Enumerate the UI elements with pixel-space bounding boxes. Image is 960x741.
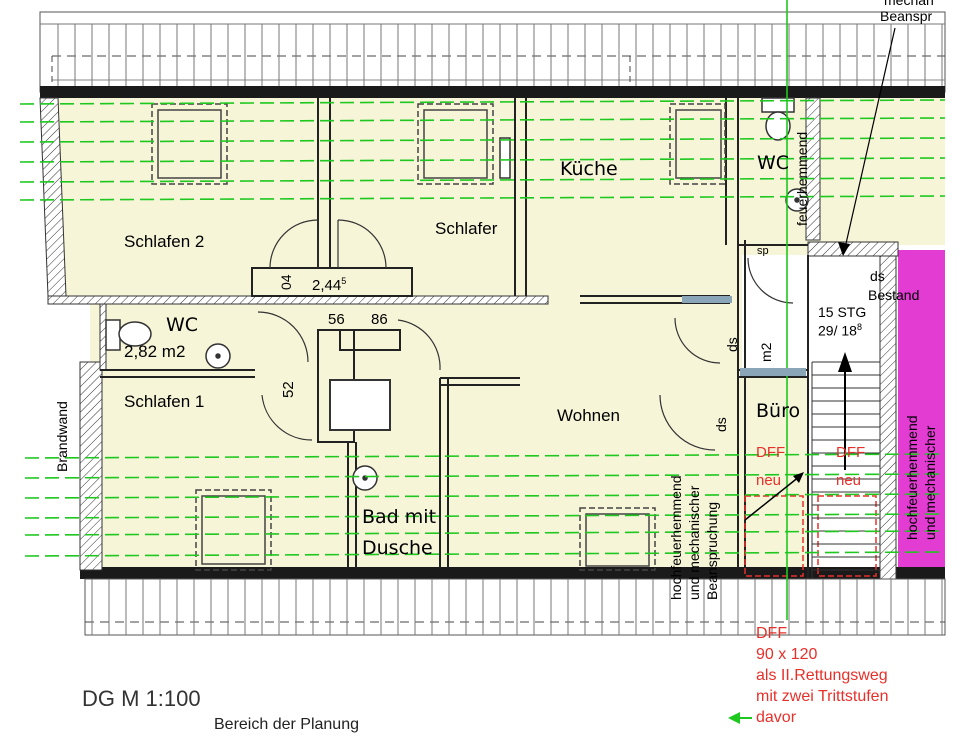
wall-left-lower (79, 361, 103, 571)
label-mechan-top: mechan (884, 0, 934, 8)
label-dff-right: DFF (836, 444, 866, 461)
eave-wall-top (40, 86, 945, 98)
wall-mid-left (47, 295, 549, 305)
note-line-5: davor (756, 709, 797, 726)
wall-right-stair (879, 249, 897, 611)
label-neu-right: neu (836, 472, 862, 489)
eave-wall-bottom (80, 567, 945, 579)
dim-86: 86 (371, 311, 388, 328)
dim-244: 2,445 (312, 276, 347, 294)
label-beanspr-top: Beanspr (880, 8, 933, 24)
label-dff-left: DFF (756, 444, 786, 461)
slider-marker-1 (682, 296, 732, 303)
room-buero: Büro (756, 400, 801, 422)
dim-04: 04 (278, 274, 294, 290)
room-wohnen: Wohnen (557, 406, 621, 425)
room-schlafen1: Schlafen 1 (124, 392, 205, 411)
room-bad-line1: Bad mit (362, 506, 437, 528)
slider-marker-2 (740, 368, 806, 376)
room-wc-left: WC (166, 314, 199, 336)
hall (742, 255, 808, 375)
plan-title: DG M 1:100 (82, 686, 201, 711)
room-kueche: Küche (560, 158, 618, 180)
label-hfm-3: Beanspruchung (704, 501, 720, 600)
dim-ds-1: ds (724, 337, 740, 352)
note-line-1: DFF (756, 625, 788, 642)
label-hfm-1: hochfeuerhemmend (668, 475, 684, 600)
label-bestand: Bestand (868, 287, 920, 303)
note-line-4: mit zwei Trittstufen (756, 688, 889, 705)
label-feuerhemmend: feuerhemmend (794, 131, 810, 226)
label-brandwand: Brandwand (54, 401, 70, 472)
roof-top (39, 11, 946, 93)
dim-m2: m2 (758, 342, 774, 362)
stairs-count: 15 STG (818, 304, 867, 320)
room-schlafen2: Schlafen 2 (124, 232, 205, 251)
green-arrowhead (728, 712, 740, 724)
plan-subtitle: Bereich der Planung (214, 716, 359, 733)
dim-ds-top: ds (757, 245, 769, 257)
roof-bottom (84, 578, 946, 636)
dim-ds-2: ds (713, 417, 729, 432)
dim-52: 52 (280, 381, 297, 398)
label-hfm-2: und mechanischer (686, 485, 702, 600)
room-bad-line2: Dusche (362, 537, 433, 559)
label-hfr-1: hochfeuerhemmend (904, 415, 920, 540)
note-line-2: 90 x 120 (756, 646, 818, 663)
label-hfr-2: und mechanischer (922, 425, 938, 540)
wall-wc-left (99, 303, 107, 371)
floor-plan (19, 0, 946, 724)
stairs-ratio: 29/ 188 (818, 322, 862, 339)
note-line-3: als II.Rettungsweg (756, 667, 888, 684)
wall-stair-top (807, 241, 899, 257)
label-neu-left: neu (756, 472, 782, 489)
room-schlafer: Schlafer (435, 219, 498, 238)
dim-56: 56 (328, 311, 345, 328)
label-ds-bestand: ds (870, 268, 885, 284)
room-wc-area: 2,82 m2 (124, 342, 186, 361)
room-wc-top: WC (757, 152, 790, 174)
